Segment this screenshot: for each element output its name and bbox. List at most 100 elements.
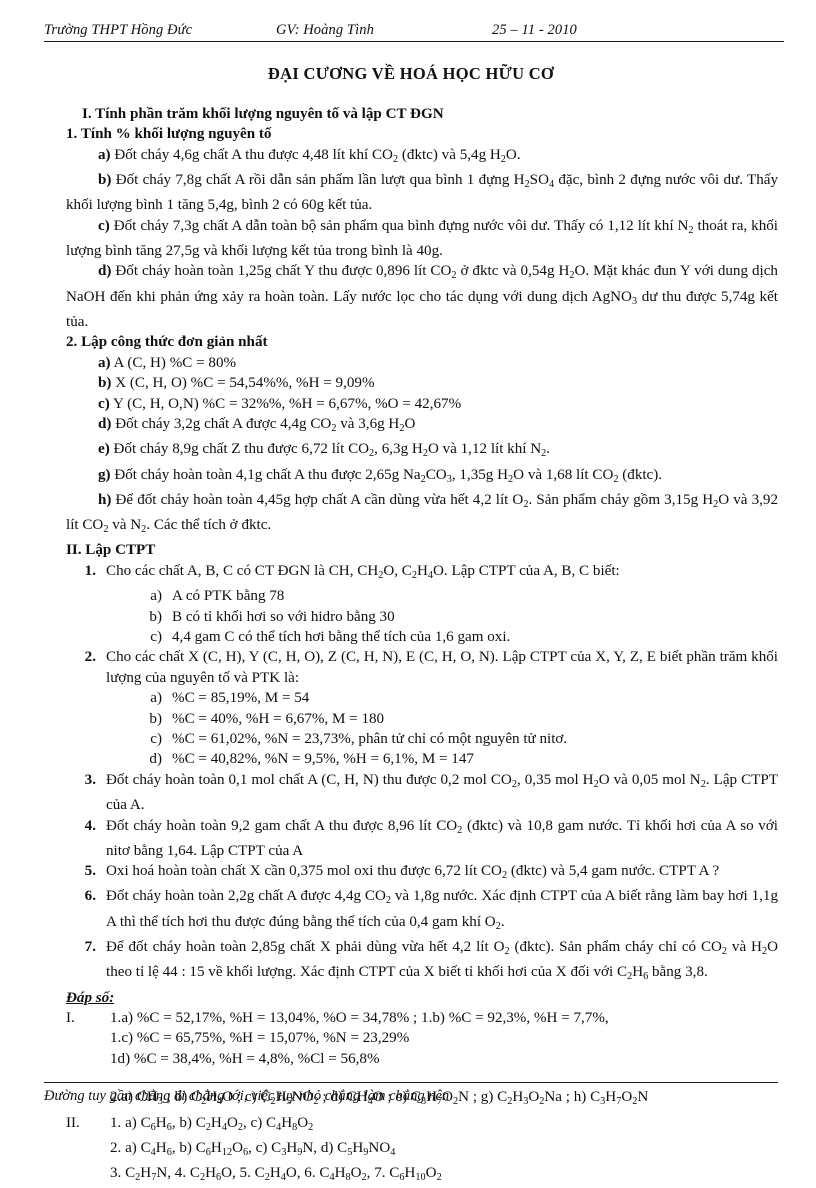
list-item: a) A (C, H) %C = 80% — [66, 353, 778, 373]
list-item: c) %C = 61,02%, %N = 23,73%, phân tử chỉ … — [140, 729, 778, 749]
page-title: ĐẠI CƯƠNG VỀ HOÁ HỌC HỮU CƠ — [267, 64, 555, 83]
item-text: B có tỉ khối hơi so với hidro bằng 30 — [172, 608, 395, 625]
item-label: a) — [150, 588, 162, 605]
list-item: 2. Cho các chất X (C, H), Y (C, H, O), Z … — [74, 647, 778, 688]
item-text: Đốt cháy 3,2g chất A được 4,4g CO2 và 3,… — [115, 416, 416, 434]
item-text: %C = 85,19%, M = 54 — [172, 690, 310, 707]
list-item: b) Đốt cháy 7,8g chất A rồi dẫn sản phẩm… — [66, 170, 778, 216]
answer-row-text: 1d) %C = 38,4%, %H = 4,8%, %Cl = 56,8% — [110, 1050, 380, 1067]
item-number: 3. — [84, 771, 96, 788]
item-text: %C = 40,82%, %N = 9,5%, %H = 6,1%, M = 1… — [172, 751, 474, 768]
list-item: d) Đốt cháy 3,2g chất A được 4,4g CO2 và… — [66, 414, 778, 439]
section-1-sub-1-list: a) Đốt cháy 4,6g chất A thu được 4,48 lí… — [44, 145, 778, 333]
item-number: 4. — [84, 817, 96, 834]
answer-row-text: 3. C2H7N, 4. C2H6O, 5. C2H4O, 6. C4H8O2,… — [110, 1165, 442, 1183]
item-text: Đốt cháy hoàn toàn 2,2g chất A được 4,4g… — [106, 888, 778, 932]
item-text: Đốt cháy hoàn toàn 4,1g chất A thu được … — [114, 466, 663, 485]
list-item: a) %C = 85,19%, M = 54 — [140, 688, 778, 708]
list-item: a) Đốt cháy 4,6g chất A thu được 4,48 lí… — [66, 145, 778, 170]
item-label: a) — [150, 690, 162, 707]
header-teacher-name: GV: Hoàng Tình — [276, 22, 374, 38]
document-page: Trường THPT Hồng Đức GV: Hoàng Tình 25 –… — [0, 0, 816, 1183]
section-1-sub-1-heading: 1. Tính % khối lượng nguyên tố — [66, 126, 272, 143]
list-item: 1. Cho các chất A, B, C có CT ĐGN là CH, … — [74, 561, 778, 586]
item-text: Oxi hoá hoàn toàn chất X cần 0,375 mol o… — [106, 863, 720, 882]
item-text: %C = 40%, %H = 6,67%, M = 180 — [172, 710, 385, 727]
item-text: Đốt cháy 8,9g chất Z thu được 6,72 lít C… — [113, 441, 551, 460]
list-item: b) %C = 40%, %H = 6,67%, M = 180 — [140, 709, 778, 729]
item-text: Đốt cháy hoàn toàn 0,1 mol chất A (C, H,… — [106, 771, 778, 814]
list-item: 6. Đốt cháy hoàn toàn 2,2g chất A được 4,… — [74, 886, 778, 937]
item-text: Cho các chất X (C, H), Y (C, H, O), Z (C… — [106, 649, 778, 686]
list-item: 5. Oxi hoá hoàn toàn chất X cần 0,375 mol… — [74, 861, 778, 886]
item-label: e) — [98, 441, 110, 458]
list-item: d) %C = 40,82%, %N = 9,5%, %H = 6,1%, M =… — [140, 749, 778, 769]
section-2-list: 1. Cho các chất A, B, C có CT ĐGN là CH, … — [44, 561, 778, 988]
item-text: Đốt cháy 4,6g chất A thu được 4,48 lít k… — [114, 146, 521, 165]
list-item: 7. Để đốt cháy hoàn toàn 2,85g chất X phả… — [74, 937, 778, 988]
item-text: Đốt cháy 7,8g chất A rồi dẫn sản phẩm lầ… — [66, 172, 778, 214]
answer-row: 2. a) C4H6, b) C6H12O6, c) C3H9N, d) C5H… — [66, 1138, 778, 1163]
list-item: 4. Đốt cháy hoàn toàn 9,2 gam chất A thu … — [74, 816, 778, 862]
answer-row-number: I. — [66, 1010, 75, 1026]
item-text: Đốt cháy hoàn toàn 9,2 gam chất A thu đư… — [106, 817, 778, 859]
item-text: 4,4 gam C có thể tích hơi bằng thể tích … — [172, 628, 511, 645]
list-item: e) Đốt cháy 8,9g chất Z thu được 6,72 lí… — [66, 439, 778, 464]
list-item: d) Đốt cháy hoàn toàn 1,25g chất Y thu đ… — [66, 261, 778, 332]
answer-row-text: 1.a) %C = 52,17%, %H = 13,04%, %O = 34,7… — [110, 1010, 609, 1026]
list-item: c) 4,4 gam C có thể tích hơi bằng thể tíc… — [140, 627, 778, 647]
item-label: c) — [150, 731, 162, 747]
item-number: 5. — [84, 863, 96, 880]
answer-row: 3. C2H7N, 4. C2H6O, 5. C2H4O, 6. C4H8O2,… — [66, 1163, 778, 1188]
item-label: b) — [149, 710, 162, 727]
list-item: c) Đốt cháy 7,3g chất A dẫn toàn bộ sản … — [66, 216, 778, 262]
item-label: d) — [149, 751, 162, 768]
answer-row: I. 1.a) %C = 52,17%, %H = 13,04%, %O = 34… — [66, 1008, 778, 1028]
item-text: %C = 61,02%, %N = 23,73%, phân tử chỉ có… — [172, 731, 568, 747]
item-text: X (C, H, O) %C = 54,54%%, %H = 9,09% — [115, 375, 375, 392]
item-number: 7. — [84, 939, 96, 956]
answer-row: 1d) %C = 38,4%, %H = 4,8%, %Cl = 56,8% — [66, 1049, 778, 1069]
item-label: a) — [98, 354, 111, 371]
document-body: I. Tính phần trăm khối lượng nguyên tố v… — [44, 104, 778, 1188]
item-label: c) — [150, 628, 162, 645]
section-2-heading: II. Lập CTPT — [66, 542, 156, 559]
list-item: g) Đốt cháy hoàn toàn 4,1g chất A thu đư… — [66, 465, 778, 490]
item-label: h) — [98, 491, 112, 508]
item-label: b) — [98, 172, 112, 189]
item-text: Đốt cháy hoàn toàn 1,25g chất Y thu được… — [66, 263, 778, 331]
list-item: c) Y (C, H, O,N) %C = 32%%, %H = 6,67%, … — [66, 394, 778, 414]
list-item: h) Để đốt cháy hoàn toàn 4,45g hợp chất … — [66, 490, 778, 541]
section-1-heading: I. Tính phần trăm khối lượng nguyên tố v… — [82, 106, 444, 122]
list-item: b) B có tỉ khối hơi so với hidro bằng 30 — [140, 607, 778, 627]
list-item: b) X (C, H, O) %C = 54,54%%, %H = 9,09% — [66, 373, 778, 393]
item-text: Để đốt cháy hoàn toàn 4,45g hợp chất A c… — [66, 491, 778, 536]
item-text: Cho các chất A, B, C có CT ĐGN là CH, CH… — [106, 562, 620, 581]
item-number: 2. — [84, 649, 96, 666]
section-1-sub-2-list: a) A (C, H) %C = 80% b) X (C, H, O) %C =… — [44, 353, 778, 541]
list-item: 3. Đốt cháy hoàn toàn 0,1 mol chất A (C, … — [74, 770, 778, 816]
item-label: g) — [98, 466, 111, 483]
item-label: c) — [98, 217, 110, 234]
item-label: d) — [98, 416, 112, 433]
answer-row-text: 2. a) C4H6, b) C6H12O6, c) C3H9N, d) C5H… — [110, 1139, 396, 1158]
item-label: a) — [98, 146, 111, 163]
item-label: d) — [98, 263, 112, 280]
item-number: 1. — [84, 562, 96, 579]
item-label: b) — [98, 375, 112, 392]
item-number: 6. — [84, 888, 96, 905]
item-text: A có PTK bằng 78 — [172, 588, 285, 605]
item-text: Đốt cháy 7,3g chất A dẫn toàn bộ sản phẩ… — [66, 217, 778, 260]
document-header: Trường THPT Hồng Đức GV: Hoàng Tình 25 –… — [44, 22, 784, 42]
section-1-sub-2-heading: 2. Lập công thức đơn giản nhất — [66, 334, 268, 351]
item-label: c) — [98, 395, 110, 412]
header-date: 25 – 11 - 2010 — [492, 22, 577, 38]
answer-row: 1.c) %C = 65,75%, %H = 15,07%, %N = 23,2… — [66, 1028, 778, 1048]
item-text: Để đốt cháy hoàn toàn 2,85g chất X phải … — [106, 939, 778, 983]
answers-heading: Đáp số: — [66, 989, 115, 1006]
document-footer: Đường tuy gần chẳng đi chẳng tới, việc t… — [44, 1082, 778, 1105]
answer-row-text: 1.c) %C = 65,75%, %H = 15,07%, %N = 23,2… — [110, 1030, 410, 1047]
header-school-name: Trường THPT Hồng Đức — [44, 22, 193, 38]
list-item: a) A có PTK bằng 78 — [140, 586, 778, 606]
item-text: A (C, H) %C = 80% — [113, 354, 237, 371]
